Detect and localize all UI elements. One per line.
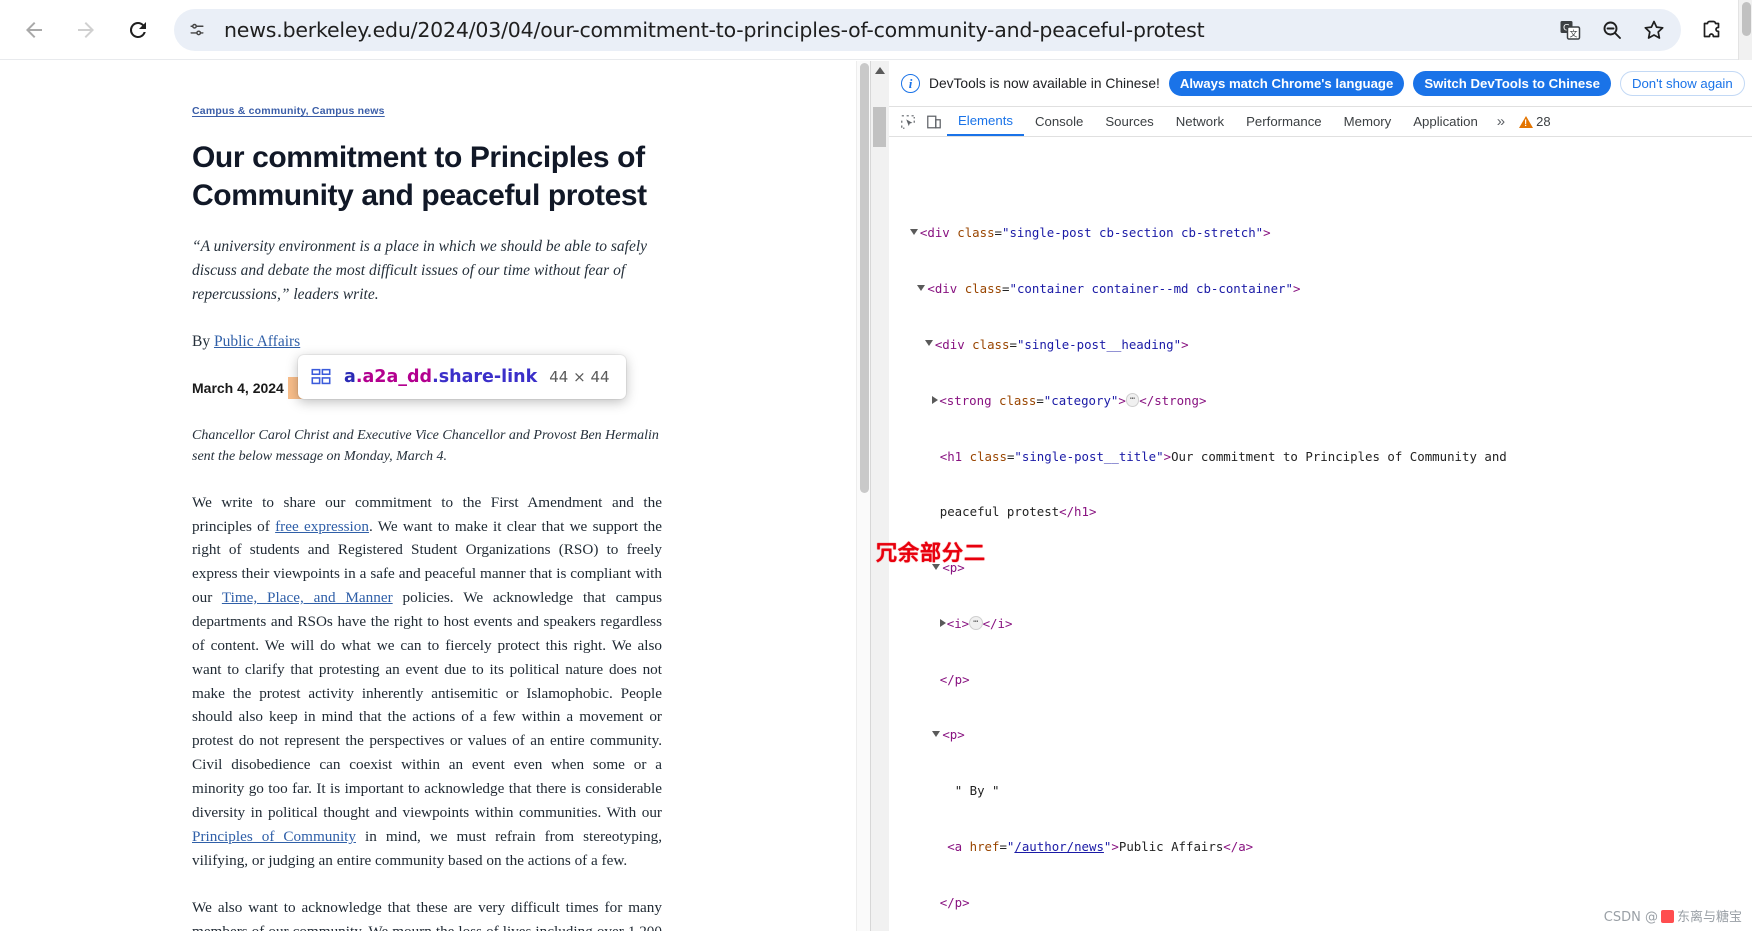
warning-triangle-icon xyxy=(1519,115,1534,128)
dom-line[interactable]: <div class="container container--md cb-c… xyxy=(889,280,1752,299)
devtools-body: i DevTools is now available in Chinese! … xyxy=(889,61,1752,931)
dom-tree[interactable]: <main id="main" class="main"> <div class… xyxy=(889,138,1752,931)
tab-sources[interactable]: Sources xyxy=(1094,107,1164,136)
more-tabs-button[interactable]: » xyxy=(1489,113,1513,130)
devtools-tab-bar: Elements Console Sources Network Performance… xyxy=(889,107,1752,137)
banner-message: DevTools is now available in Chinese! xyxy=(929,76,1160,91)
devtools-tabs: Elements Console Sources Network Performance… xyxy=(947,107,1489,136)
byline: By Public Affairs xyxy=(192,333,662,351)
svg-text:文: 文 xyxy=(1570,28,1578,38)
body-link[interactable]: free expression xyxy=(275,518,369,535)
translate-icon: G 文 xyxy=(1560,20,1581,40)
tab-console[interactable]: Console xyxy=(1024,107,1094,136)
dom-line[interactable]: <div class="single-post cb-section cb-st… xyxy=(889,224,1752,243)
dom-line[interactable]: <h1 class="single-post__title">Our commi… xyxy=(889,448,1752,467)
post-date: March 4, 2024 xyxy=(192,379,284,396)
forward-button[interactable] xyxy=(64,8,108,52)
body-link[interactable]: Principles of Community xyxy=(192,828,356,845)
device-toolbar-icon xyxy=(927,115,941,128)
dom-line[interactable]: <strong class="category"> ⋯ </strong> xyxy=(889,392,1752,411)
byline-prefix: By xyxy=(192,332,214,350)
watermark-author: 东离与糖宝 xyxy=(1676,910,1742,925)
extensions-puzzle-icon xyxy=(1703,20,1720,37)
reload-button[interactable] xyxy=(116,8,160,52)
extensions-button[interactable] xyxy=(1691,10,1733,50)
tooltip-selector: a.a2a_dd.share-link xyxy=(344,367,537,387)
page-scrollbar-thumb[interactable] xyxy=(860,63,869,493)
tab-performance[interactable]: Performance xyxy=(1235,107,1333,136)
watermark: CSDN @ 东离与糖宝 xyxy=(1604,906,1742,925)
csdn-logo-icon xyxy=(1660,910,1674,923)
article-body: We write to share our commitment to the … xyxy=(192,491,662,931)
tune-sliders-icon xyxy=(190,23,204,35)
tab-network[interactable]: Network xyxy=(1165,107,1235,136)
back-arrow-icon xyxy=(26,21,42,38)
dom-line[interactable]: <p> xyxy=(889,726,1752,745)
back-button[interactable] xyxy=(12,8,56,52)
switch-devtools-chinese-button[interactable]: Switch DevTools to Chinese xyxy=(1413,71,1611,96)
editor-note: Chancellor Carol Christ and Executive Vi… xyxy=(192,427,659,464)
translate-button[interactable]: G 文 xyxy=(1549,10,1591,50)
window-scrollbar-top[interactable] xyxy=(1738,0,1752,60)
zoom-out-button[interactable] xyxy=(1591,10,1633,50)
omnibox-actions: G 文 xyxy=(1549,10,1675,50)
devtools-language-banner: i DevTools is now available in Chinese! … xyxy=(889,61,1752,107)
browser-toolbar: news.berkeley.edu/2024/03/04/our-commitm… xyxy=(0,0,1752,60)
tab-memory[interactable]: Memory xyxy=(1333,107,1403,136)
warning-indicator[interactable]: 28 xyxy=(1519,114,1551,129)
reload-icon xyxy=(129,21,146,38)
element-inspector-tooltip: a.a2a_dd.share-link 44 × 44 xyxy=(298,355,626,399)
page-viewport: Campus & community, Campus news Our comm… xyxy=(0,61,858,931)
scroll-up-arrow-icon[interactable] xyxy=(875,67,885,74)
info-icon: i xyxy=(901,74,920,93)
inspect-element-button[interactable] xyxy=(895,109,921,135)
zoom-out-icon xyxy=(1603,21,1621,39)
watermark-prefix: CSDN @ xyxy=(1603,910,1658,925)
tooltip-class-2: .share-link xyxy=(432,367,538,387)
address-bar[interactable]: news.berkeley.edu/2024/03/04/our-commitm… xyxy=(174,8,1681,51)
gutter-scrollbar-thumb[interactable] xyxy=(873,107,886,147)
body-paragraph: We also want to acknowledge that these a… xyxy=(192,899,662,931)
article-kicker[interactable]: Campus & community, Campus news xyxy=(192,105,662,117)
always-match-language-button[interactable]: Always match Chrome's language xyxy=(1168,71,1405,96)
dom-line[interactable]: <p> xyxy=(889,559,1752,578)
tab-application[interactable]: Application xyxy=(1402,107,1489,136)
dom-line[interactable]: <div class="single-post__heading"> xyxy=(889,336,1752,355)
page-title: Our commitment to Principles of Communit… xyxy=(192,141,647,212)
tab-elements[interactable]: Elements xyxy=(947,107,1024,136)
dom-line[interactable]: </p> xyxy=(889,671,1752,690)
page-scrollbar[interactable] xyxy=(856,61,870,931)
devtools-panel: i DevTools is now available in Chinese! … xyxy=(870,61,1752,931)
bookmark-star-icon xyxy=(1644,20,1664,39)
article-dek: “A university environment is a place in … xyxy=(192,237,648,303)
body-link[interactable]: Time, Place, and Manner xyxy=(222,589,393,606)
bookmark-button[interactable] xyxy=(1633,10,1675,50)
warning-count: 28 xyxy=(1536,114,1551,129)
browser-window: news.berkeley.edu/2024/03/04/our-commitm… xyxy=(0,0,1752,931)
annotation-label: 冗余部分二 xyxy=(876,541,986,565)
inspect-element-icon xyxy=(901,114,915,129)
dom-line[interactable]: " By " xyxy=(889,782,1752,801)
article: Campus & community, Campus news Our comm… xyxy=(192,105,662,931)
tooltip-class-1: .a2a_dd xyxy=(355,367,433,387)
dom-line[interactable]: <a href="/author/news">Public Affairs</a… xyxy=(889,838,1752,857)
dom-line[interactable]: <i> ⋯ </i> xyxy=(889,615,1752,634)
author-link[interactable]: Public Affairs xyxy=(214,333,300,350)
dont-show-again-button[interactable]: Don't show again xyxy=(1619,71,1745,96)
forward-arrow-icon xyxy=(78,21,94,38)
dom-line[interactable]: <main id="main" class="main"> xyxy=(889,177,1752,187)
layout-grid-icon xyxy=(311,368,331,385)
tooltip-tag: a xyxy=(344,367,356,387)
devtools-gutter-scrollbar[interactable] xyxy=(871,61,889,931)
url-input[interactable]: news.berkeley.edu/2024/03/04/our-commitm… xyxy=(214,18,1549,42)
device-toolbar-button[interactable] xyxy=(921,109,947,135)
dom-line[interactable]: peaceful protest</h1> xyxy=(889,503,1752,522)
scrollbar-thumb[interactable] xyxy=(1742,2,1751,36)
tooltip-dimensions: 44 × 44 xyxy=(549,368,610,386)
site-info-button[interactable] xyxy=(180,13,214,47)
body-paragraph: We write to share our commitment to the … xyxy=(192,493,662,869)
